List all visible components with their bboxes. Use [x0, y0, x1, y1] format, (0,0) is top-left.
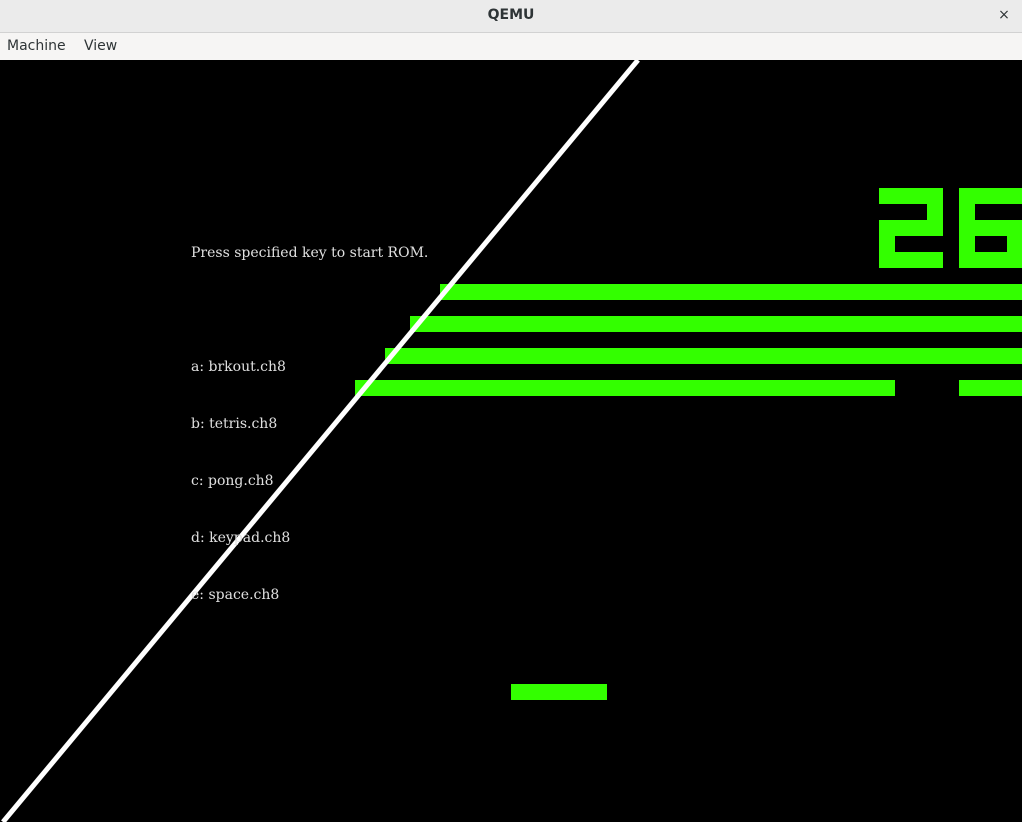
- rom-menu-prompt: Press specified key to start ROM.: [191, 245, 429, 261]
- brick-row-4-left: [355, 380, 895, 396]
- rom-option-d: d: keypad.ch8: [191, 530, 291, 546]
- rom-option-c: c: pong.ch8: [191, 473, 274, 489]
- window-titlebar: QEMU ×: [0, 0, 1022, 33]
- brick-row-4-right: [959, 380, 1022, 396]
- score-digit-6: [959, 188, 1022, 268]
- paddle: [511, 684, 607, 700]
- score-digit-2: [879, 188, 943, 268]
- menu-machine[interactable]: Machine: [7, 33, 66, 60]
- menu-view[interactable]: View: [84, 33, 117, 60]
- close-icon[interactable]: ×: [992, 4, 1016, 28]
- game-canvas: [1, 60, 1022, 822]
- menubar: Machine View: [0, 33, 1022, 61]
- brick-row-2: [410, 316, 1022, 332]
- brick-row-1: [440, 284, 1022, 300]
- rom-option-e: e: space.ch8: [191, 587, 280, 603]
- brick-row-3: [385, 348, 1022, 364]
- rom-option-a: a: brkout.ch8: [191, 359, 286, 375]
- rom-menu-spacer: [191, 301, 428, 320]
- emulator-screen[interactable]: Press specified key to start ROM. a: brk…: [0, 60, 1022, 822]
- rom-option-b: b: tetris.ch8: [191, 416, 278, 432]
- rom-menu: Press specified key to start ROM. a: brk…: [191, 206, 428, 643]
- window-title: QEMU: [487, 7, 535, 23]
